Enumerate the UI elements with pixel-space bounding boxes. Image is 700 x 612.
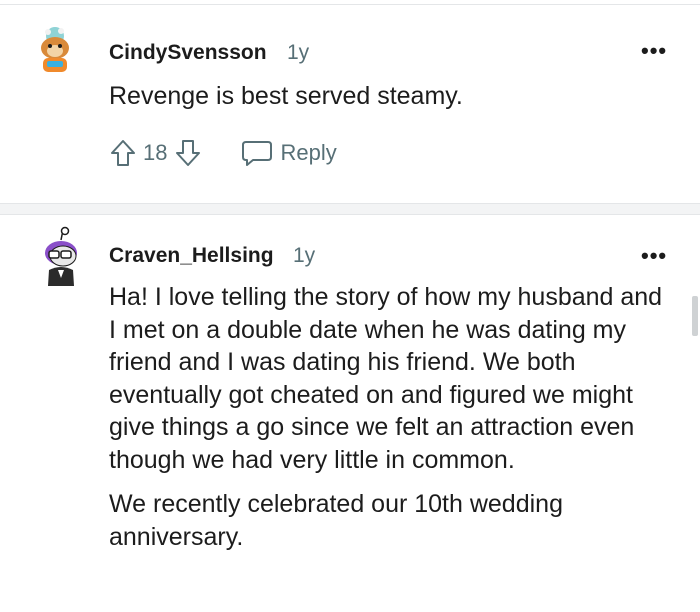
scrollbar[interactable] [692,296,698,336]
reply-button[interactable]: Reply [240,138,337,168]
comment-paragraph: Ha! I love telling the story of how my h… [109,283,663,474]
arrow-up-icon[interactable] [109,138,137,168]
user-avatar[interactable] [30,24,80,74]
arrow-down-icon[interactable] [174,138,202,168]
comment-actions: 18 Reply [109,138,337,168]
comment-username[interactable]: CindySvensson [109,41,267,65]
comment-gap [0,204,700,214]
comment-divider [0,214,700,215]
comment-age: 1y [287,41,310,64]
comment-age: 1y [293,244,316,267]
speech-bubble-icon [242,141,273,166]
comment-paragraph: We recently celebrated our 10th wedding … [109,490,563,551]
overflow-menu-icon[interactable]: ••• [641,40,667,62]
top-divider [0,4,700,5]
vote-score: 18 [143,140,168,165]
comment-paragraph: Revenge is best served steamy. [109,82,463,110]
comment-username[interactable]: Craven_Hellsing [109,244,274,268]
comment-body: Ha! I love telling the story of how my h… [109,281,674,553]
comment-body: Revenge is best served steamy. [109,80,679,113]
reply-label: Reply [280,140,337,165]
user-avatar[interactable] [36,226,82,288]
overflow-menu-icon[interactable]: ••• [641,245,667,267]
